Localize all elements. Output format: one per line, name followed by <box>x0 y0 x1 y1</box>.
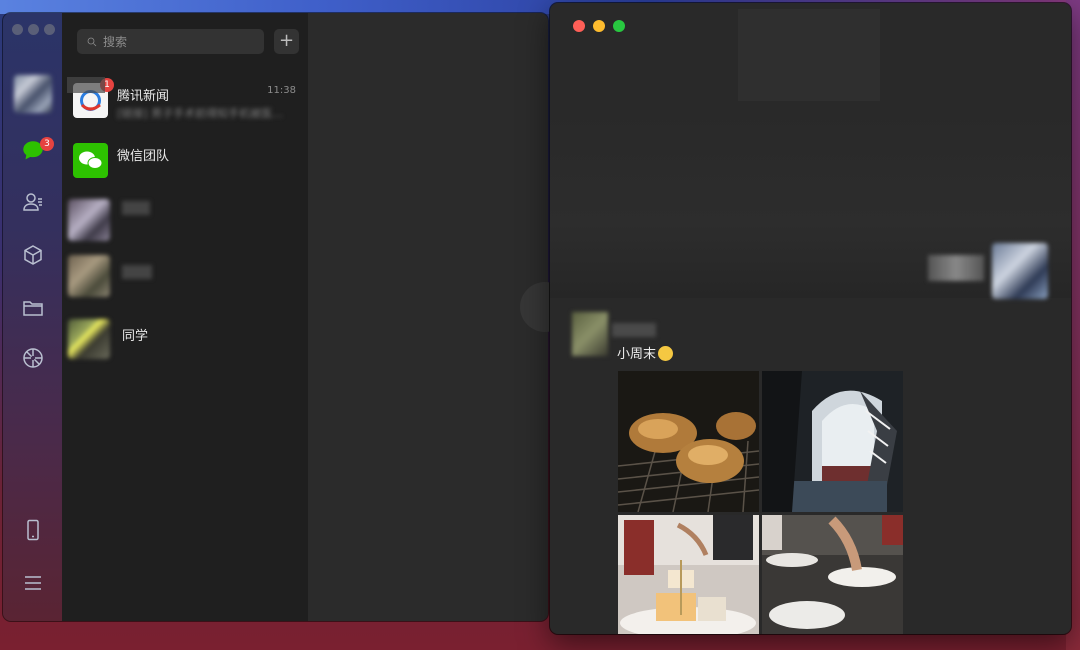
message-text: 小周末 <box>617 343 674 362</box>
conversation-area-empty <box>308 13 548 621</box>
minimize-button[interactable] <box>593 20 605 32</box>
emoji-icon <box>658 346 674 361</box>
add-chat-button[interactable]: + <box>274 29 299 54</box>
chat-time: 11:38 <box>267 85 296 96</box>
icon-sidebar: 3 <box>3 13 62 621</box>
chat-item-wechat-team[interactable]: 微信团队 <box>62 135 308 191</box>
privacy-mosaic <box>67 77 105 93</box>
chat-name: 腾讯新闻 <box>117 89 170 104</box>
sender-avatar[interactable] <box>572 312 608 356</box>
chat-name: 同学 <box>122 329 149 344</box>
zoom-button[interactable] <box>613 20 625 32</box>
chat-avatar <box>68 319 110 359</box>
moments-icon[interactable] <box>20 345 46 371</box>
search-icon <box>87 37 97 46</box>
search-input[interactable]: 搜索 <box>77 29 264 54</box>
minimize-button-inactive[interactable] <box>28 24 39 35</box>
privacy-mosaic-title <box>738 9 880 101</box>
contacts-icon[interactable] <box>20 189 46 215</box>
folder-icon[interactable] <box>20 295 46 321</box>
contact-avatar[interactable] <box>992 243 1048 299</box>
chat-item-classmates[interactable]: 同学 <box>62 313 308 369</box>
chat-preview: [链接] 男子手术前得知手机被医… <box>117 107 284 120</box>
chat-avatar <box>68 255 110 297</box>
privacy-mosaic-name <box>928 255 984 281</box>
phone-icon[interactable] <box>20 517 46 543</box>
my-avatar[interactable] <box>14 75 52 113</box>
privacy-mosaic <box>122 201 150 215</box>
wechat-main-window: 3 搜索 + 1 腾讯新闻 11:38 [链接] 男子手术前得知手机被医… 微信… <box>3 13 548 621</box>
close-button-inactive[interactable] <box>12 24 23 35</box>
search-placeholder: 搜索 <box>103 35 128 49</box>
chat-item[interactable] <box>62 195 308 251</box>
zoom-button-inactive[interactable] <box>44 24 55 35</box>
chat-item-tencent-news[interactable]: 1 腾讯新闻 11:38 [链接] 男子手术前得知手机被医… <box>62 75 308 131</box>
photo-dessert-tea-set[interactable] <box>618 515 759 634</box>
chat-avatar <box>68 199 110 241</box>
close-button[interactable] <box>573 20 585 32</box>
privacy-mosaic <box>122 265 152 279</box>
chat-list-panel: 搜索 + 1 腾讯新闻 11:38 [链接] 男子手术前得知手机被医… 微信团队… <box>62 13 308 621</box>
chat-name: 微信团队 <box>117 149 170 164</box>
chat-avatar <box>73 143 108 178</box>
wechat-logo-icon <box>79 151 103 169</box>
chat-detail-window: 小周末 <box>550 3 1071 634</box>
photo-table-plates[interactable] <box>762 515 903 634</box>
chat-item[interactable] <box>62 251 308 307</box>
menu-icon[interactable] <box>20 570 46 596</box>
cube-icon[interactable] <box>20 242 46 268</box>
privacy-mosaic-sender <box>612 323 656 337</box>
photo-arched-window[interactable] <box>762 371 903 512</box>
photo-grilled-food[interactable] <box>618 371 759 512</box>
chat-unread-badge: 3 <box>40 137 54 151</box>
